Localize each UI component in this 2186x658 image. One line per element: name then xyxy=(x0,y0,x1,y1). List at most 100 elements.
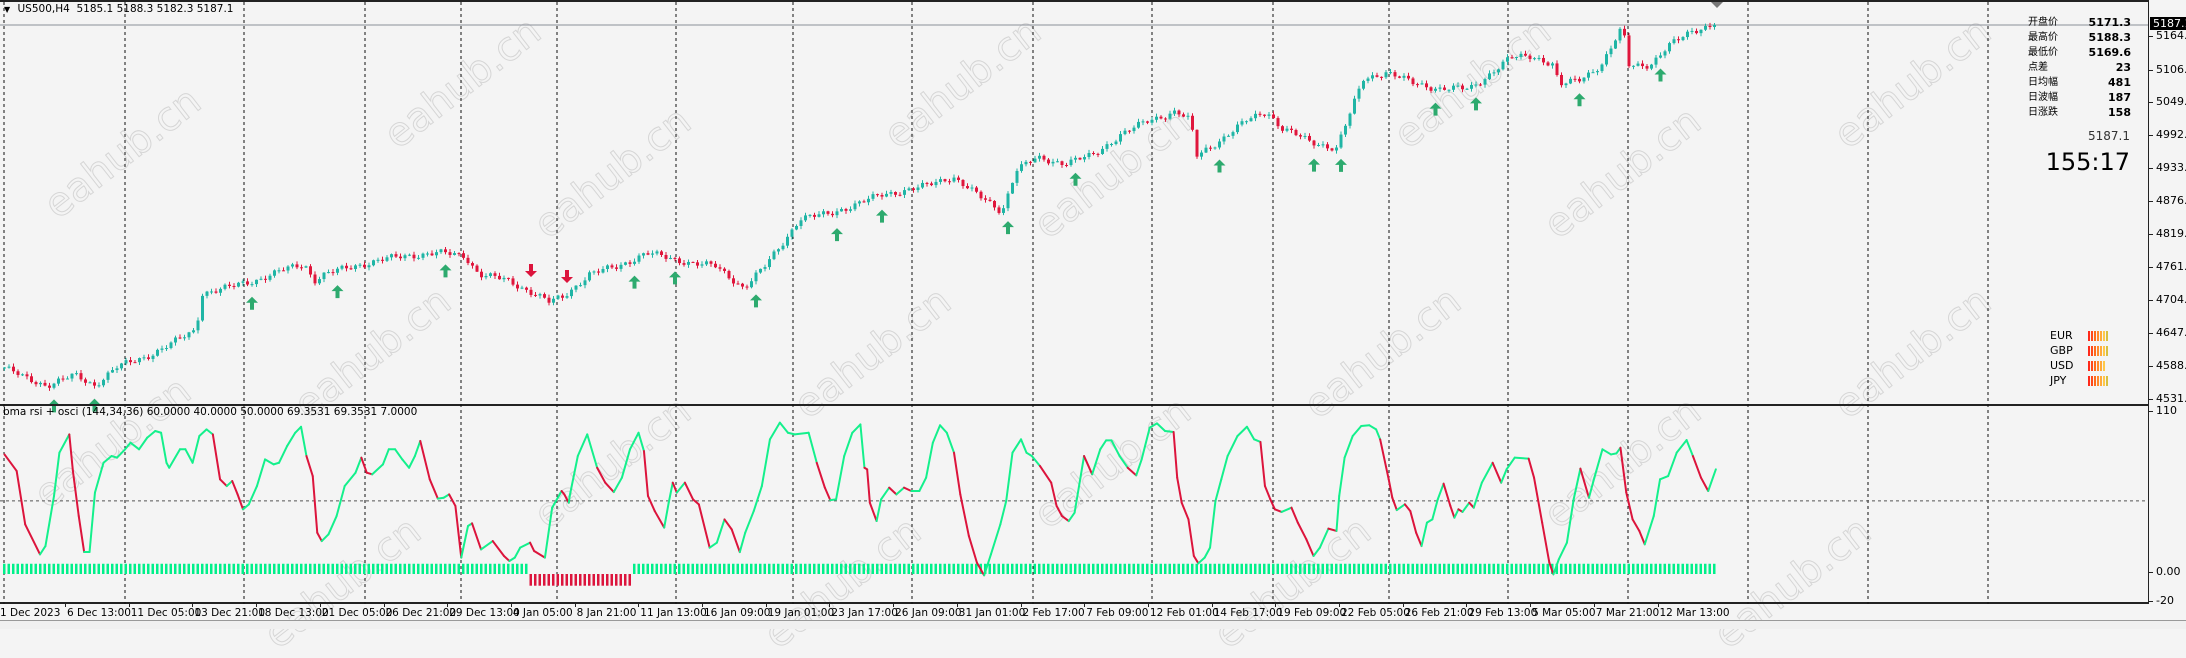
candle-bull xyxy=(156,349,159,356)
candle-bear xyxy=(25,374,29,377)
candle-bull xyxy=(489,273,492,277)
candle-bull xyxy=(174,337,177,343)
candle-bull xyxy=(106,372,110,380)
time-axis-tick xyxy=(638,603,640,607)
histogram-bar xyxy=(336,563,339,574)
oscillator-segment xyxy=(1318,527,1330,549)
histogram-bar xyxy=(903,563,906,574)
candle-bear xyxy=(912,188,915,191)
candle-bull xyxy=(1285,128,1289,131)
candle-bull xyxy=(138,358,141,363)
candle-bull xyxy=(1699,29,1703,34)
dropdown-triangle-icon[interactable]: ▼ xyxy=(4,5,10,14)
histogram-bar xyxy=(1483,563,1486,574)
histogram-bar xyxy=(421,563,424,574)
oscillator-segment xyxy=(1180,501,1190,521)
candle-bull xyxy=(1227,135,1230,137)
oscillator-segment xyxy=(1691,455,1702,479)
histogram-bar xyxy=(880,563,883,574)
histogram-bar xyxy=(1411,563,1414,574)
candle-bull xyxy=(372,260,375,266)
indicator-pane[interactable] xyxy=(0,404,2148,604)
candle-bull xyxy=(385,257,389,261)
histogram-bar xyxy=(1299,563,1302,574)
candle-bear xyxy=(34,382,38,385)
price-axis-label: 4876.5 xyxy=(2156,194,2186,208)
candle-bear xyxy=(43,382,47,386)
candle-bull xyxy=(1474,84,1478,86)
candle-bull xyxy=(1123,130,1127,135)
histogram-bar xyxy=(1537,563,1540,574)
histogram-bar xyxy=(1281,563,1284,574)
histogram-bar xyxy=(1321,563,1324,574)
histogram-bar xyxy=(444,563,447,574)
histogram-bar xyxy=(484,563,487,574)
candle-bear xyxy=(1330,148,1334,151)
time-axis-tick xyxy=(256,603,258,607)
histogram-bar xyxy=(399,563,402,574)
candle-bull xyxy=(592,271,596,273)
candle-bull xyxy=(1483,79,1487,85)
price-axis-tick xyxy=(2149,134,2153,136)
histogram-bar xyxy=(1078,563,1081,574)
candle-bear xyxy=(79,373,83,380)
candle-bull xyxy=(408,254,411,256)
candle-bear xyxy=(646,253,650,255)
histogram-bar xyxy=(853,563,856,574)
candle-bull xyxy=(421,253,425,258)
candle-bull xyxy=(304,266,308,268)
histogram-bar xyxy=(822,563,825,574)
histogram-bar xyxy=(1240,563,1243,574)
candle-bull xyxy=(1371,75,1374,79)
time-axis-tick xyxy=(956,603,958,607)
oscillator-segment xyxy=(305,455,314,478)
oscillator-segment xyxy=(1449,504,1456,519)
candle-bull xyxy=(1083,157,1086,160)
oscillator-segment xyxy=(604,481,615,494)
oscillator-segment xyxy=(612,476,623,494)
histogram-bar xyxy=(25,563,28,574)
candle-bull xyxy=(322,272,326,280)
candle-bull xyxy=(772,251,776,260)
candle-bull xyxy=(1335,147,1338,151)
oscillator-segment xyxy=(953,451,962,496)
price-chart-pane[interactable] xyxy=(0,0,2148,413)
oscillator-segment xyxy=(413,439,422,458)
candle-bull xyxy=(700,264,704,266)
oscillator-segment xyxy=(428,478,439,500)
histogram-bar xyxy=(813,563,816,574)
candle-bull xyxy=(520,287,524,289)
histogram-bar xyxy=(1659,563,1662,574)
oscillator-segment xyxy=(354,456,363,474)
candle-bull xyxy=(1321,144,1325,146)
oscillator-segment xyxy=(568,455,579,497)
candle-bear xyxy=(1294,129,1298,136)
oscillator-segment xyxy=(1263,485,1272,501)
candle-bear xyxy=(1263,114,1266,116)
time-axis-label: 7 Feb 09:00 xyxy=(1086,607,1149,619)
histogram-bar xyxy=(210,563,213,574)
candle-bull xyxy=(1614,40,1617,49)
time-axis-label: 12 Feb 01:00 xyxy=(1149,607,1219,619)
oscillator-segment xyxy=(491,540,505,557)
candle-bear xyxy=(615,267,618,269)
histogram-bar xyxy=(745,563,748,574)
candle-bear xyxy=(1542,57,1545,63)
chart-shift-marker-icon[interactable] xyxy=(1711,2,1723,8)
candle-bear xyxy=(214,291,218,293)
candle-bull xyxy=(1222,136,1226,142)
candle-bear xyxy=(1290,128,1293,130)
oscillator-segment xyxy=(823,486,832,502)
histogram-bar xyxy=(1650,563,1653,574)
histogram-bar xyxy=(268,563,271,574)
strength-segment xyxy=(2097,361,2099,371)
oscillator-segment xyxy=(895,486,906,496)
oscillator-segment xyxy=(39,545,47,556)
candle-bull xyxy=(1105,144,1109,149)
info-value: 187 xyxy=(2108,91,2131,104)
candle-bear xyxy=(475,265,479,272)
candle-bull xyxy=(759,268,762,273)
histogram-bar xyxy=(1056,563,1059,574)
candle-bull xyxy=(934,181,938,186)
histogram-bar xyxy=(232,563,235,574)
